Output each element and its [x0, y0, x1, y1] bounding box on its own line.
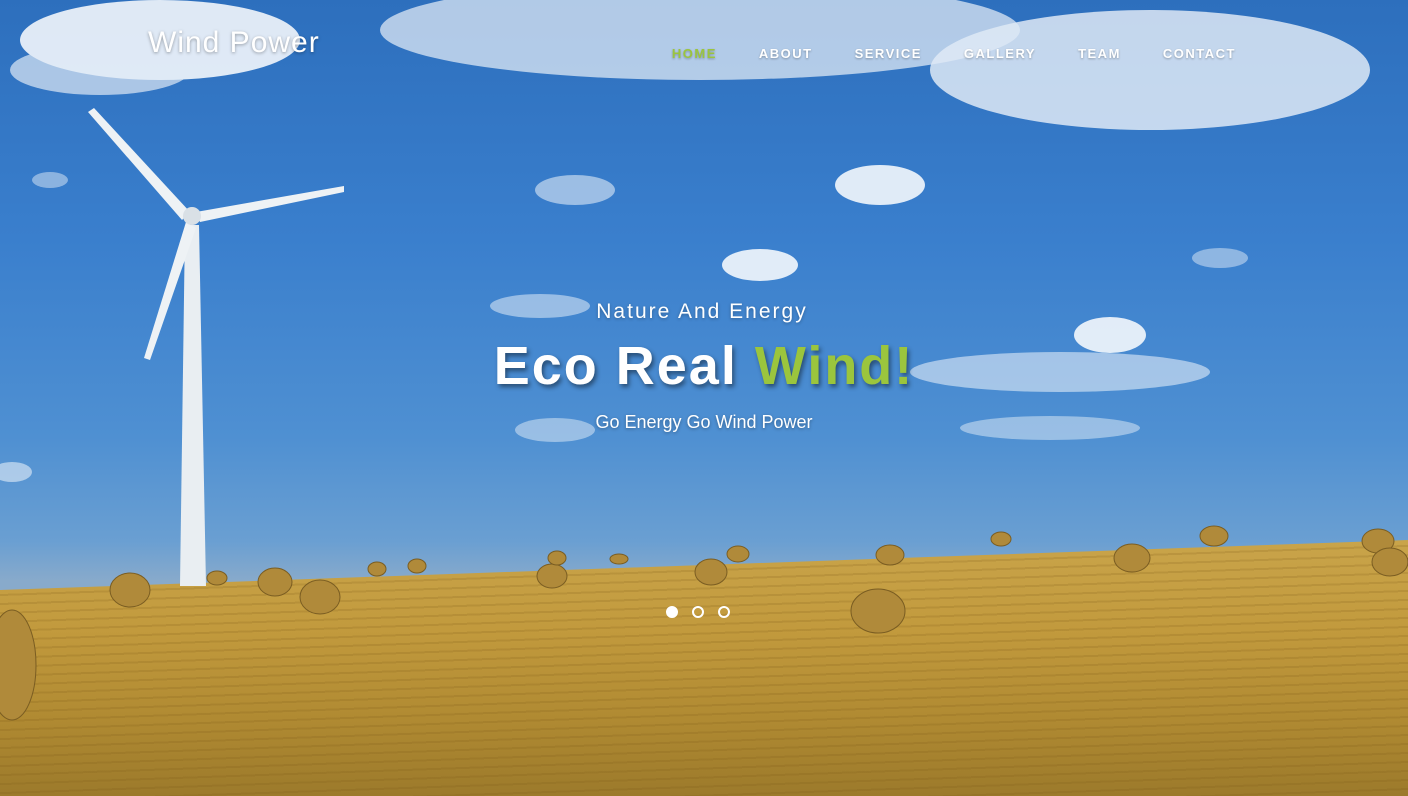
headline-main: Eco Real — [493, 336, 755, 396]
main-nav: HOME ABOUT SERVICE GALLERY TEAM CONTACT — [630, 46, 1236, 61]
nav-gallery[interactable]: GALLERY — [964, 46, 1036, 61]
slider-pagination — [666, 606, 730, 618]
nav-contact[interactable]: CONTACT — [1163, 46, 1236, 61]
nav-home[interactable]: HOME — [672, 46, 717, 61]
site-logo[interactable]: Wind Power — [148, 26, 320, 60]
slider-dot-1[interactable] — [666, 606, 678, 618]
nav-team[interactable]: TEAM — [1078, 46, 1121, 61]
nav-about[interactable]: ABOUT — [759, 46, 813, 61]
hero-caption: Nature And Energy Eco Real Wind! Go Ener… — [0, 300, 1408, 433]
hero-headline: Eco Real Wind! — [0, 336, 1408, 396]
slider-dot-2[interactable] — [692, 606, 704, 618]
slider-dot-3[interactable] — [718, 606, 730, 618]
nav-service[interactable]: SERVICE — [855, 46, 922, 61]
headline-accent: Wind! — [754, 336, 915, 396]
hero-tagline: Go Energy Go Wind Power — [595, 412, 813, 432]
hero-banner: Wind Power HOME ABOUT SERVICE GALLERY TE… — [0, 0, 1408, 796]
site-header: Wind Power HOME ABOUT SERVICE GALLERY TE… — [0, 0, 1408, 100]
hero-kicker: Nature And Energy — [596, 300, 808, 323]
